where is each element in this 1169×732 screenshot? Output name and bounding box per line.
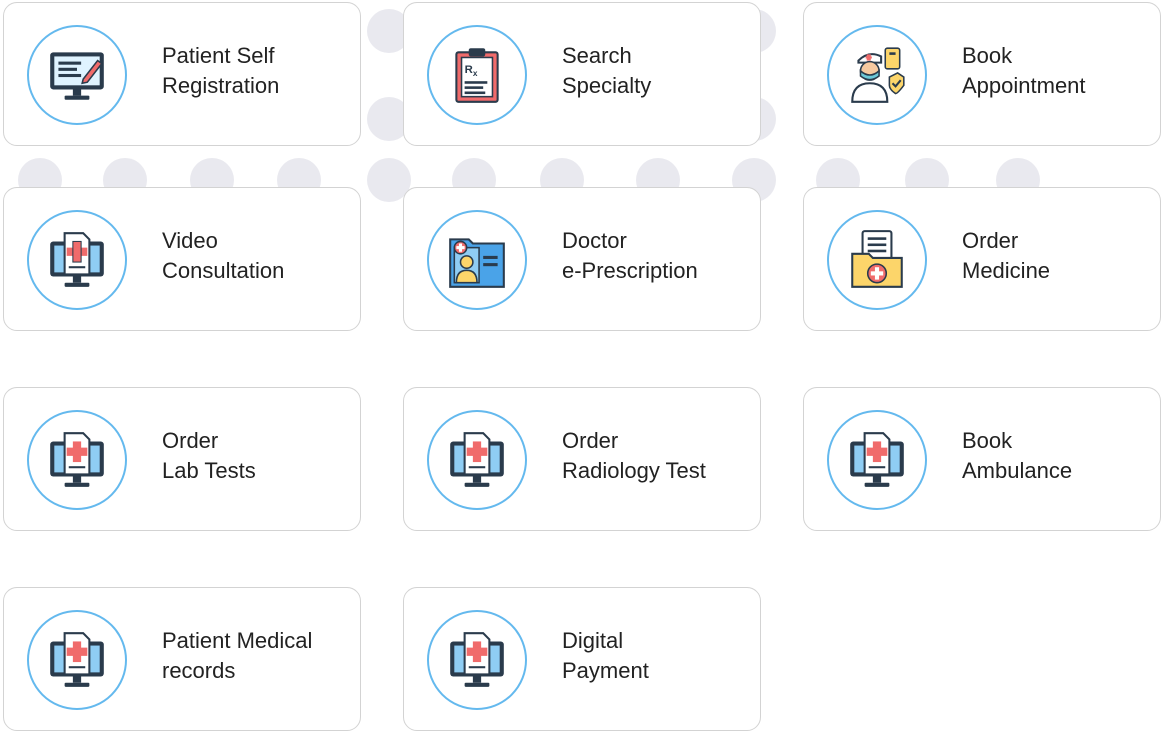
icon-ring: [827, 410, 927, 510]
medical-monitor-icon: [50, 632, 104, 687]
card-book-ambulance[interactable]: Book Ambulance: [803, 387, 1161, 531]
nurse-icon: [851, 47, 905, 103]
patient-file-icon: [449, 238, 505, 288]
card-label-line: Patient Medical: [162, 628, 313, 653]
computer-edit-icon: [50, 52, 104, 100]
card-label-line: Video: [162, 228, 218, 253]
card-label-line: Consultation: [162, 258, 285, 283]
card-label-line: Book: [962, 43, 1013, 68]
card-label: Digital Payment: [562, 626, 757, 686]
card-label-line: records: [162, 658, 236, 683]
card-label-line: Digital: [562, 628, 624, 653]
card-label-line: Order: [562, 428, 619, 453]
card-label-line: Order: [162, 428, 219, 453]
icon-ring: [827, 210, 927, 310]
card-label: Search Specialty: [562, 41, 757, 101]
card-label-line: Book: [962, 428, 1013, 453]
icon-ring: R x: [427, 25, 527, 125]
prescription-clipboard-icon: R x: [455, 48, 499, 103]
medical-monitor-icon: [450, 632, 504, 687]
icon-ring: [427, 210, 527, 310]
icon-ring: [27, 610, 127, 710]
card-book-appointment[interactable]: Book Appointment: [803, 2, 1161, 146]
card-label: Book Appointment: [962, 41, 1157, 101]
card-video-consultation[interactable]: Video Consultation: [3, 187, 361, 331]
medical-folder-icon: [851, 230, 903, 288]
card-patient-medical-records[interactable]: Patient Medical records: [3, 587, 361, 731]
card-label-line: Lab Tests: [162, 458, 256, 483]
icon-ring: [427, 610, 527, 710]
medical-monitor-icon: [50, 432, 104, 487]
card-order-lab-tests[interactable]: Order Lab Tests: [3, 387, 361, 531]
card-label-line: Doctor: [562, 228, 627, 253]
card-order-radiology-test[interactable]: Order Radiology Test: [403, 387, 761, 531]
card-label-line: Payment: [562, 658, 649, 683]
card-label: Order Lab Tests: [162, 426, 357, 486]
card-label-line: Search: [562, 43, 632, 68]
icon-ring: [27, 210, 127, 310]
card-label-line: Patient Self: [162, 43, 275, 68]
card-patient-self-registration[interactable]: Patient Self Registration: [3, 2, 361, 146]
medical-monitor-icon: [450, 432, 504, 487]
card-label: Order Radiology Test: [562, 426, 757, 486]
card-label: Patient Medical records: [162, 626, 357, 686]
icon-ring: [827, 25, 927, 125]
card-digital-payment[interactable]: Digital Payment: [403, 587, 761, 731]
svg-text:x: x: [473, 69, 478, 78]
icon-ring: [427, 410, 527, 510]
icon-ring: [27, 410, 127, 510]
card-label-line: Medicine: [962, 258, 1051, 283]
card-label-line: Order: [962, 228, 1019, 253]
card-label-line: Registration: [162, 73, 280, 98]
card-order-medicine[interactable]: Order Medicine: [803, 187, 1161, 331]
card-label: Doctor e-Prescription: [562, 226, 757, 286]
medical-monitor-icon: [850, 432, 904, 487]
card-doctor-e-prescription[interactable]: Doctor e-Prescription: [403, 187, 761, 331]
card-label-line: Radiology Test: [562, 458, 706, 483]
card-label-line: e-Prescription: [562, 258, 698, 283]
card-label: Patient Self Registration: [162, 41, 357, 101]
card-label: Order Medicine: [962, 226, 1157, 286]
svg-text:R: R: [465, 64, 473, 76]
medical-monitor-icon: [50, 232, 104, 287]
card-search-specialty[interactable]: R x Search Specialty: [403, 2, 761, 146]
card-label-line: Specialty: [562, 73, 652, 98]
card-label-line: Ambulance: [962, 458, 1073, 483]
card-label: Video Consultation: [162, 226, 357, 286]
card-label: Book Ambulance: [962, 426, 1157, 486]
card-label-line: Appointment: [962, 73, 1086, 98]
icon-ring: [27, 25, 127, 125]
